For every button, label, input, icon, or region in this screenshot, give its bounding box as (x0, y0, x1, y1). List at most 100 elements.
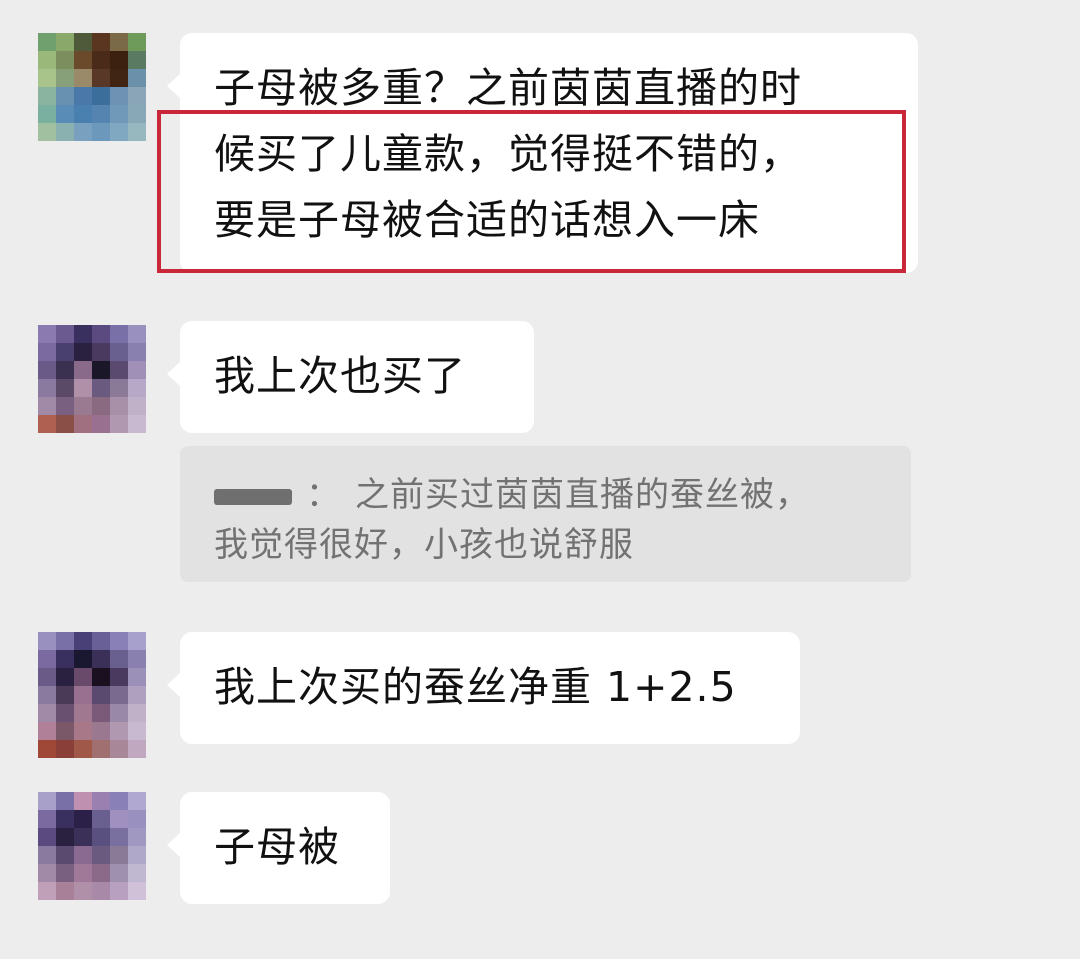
avatar-pixel (74, 105, 92, 123)
message-text-line: 候买了儿童款，觉得挺不错的， (214, 130, 802, 178)
avatar-pixel (92, 650, 110, 668)
redacted-name (214, 488, 292, 505)
avatar-pixel (74, 828, 92, 846)
avatar-pixel (56, 379, 74, 397)
avatar-pixel (56, 51, 74, 69)
avatar-pixel (56, 415, 74, 433)
avatar-pixel (74, 33, 92, 51)
avatar-pixel (128, 379, 146, 397)
avatar-pixel (56, 668, 74, 686)
avatar-pixel (110, 864, 128, 882)
message-bubble[interactable]: 子母被 (167, 792, 390, 904)
avatar-pixel (128, 810, 146, 828)
avatar-pixel (92, 325, 110, 343)
avatar-pixel (110, 722, 128, 740)
message-text: 子母被 (214, 823, 340, 871)
avatar-pixel (92, 668, 110, 686)
avatar-pixel (74, 325, 92, 343)
avatar-pixel (74, 882, 92, 900)
quoted-message[interactable]: ： 之前买过茵茵直播的蚕丝被， 我觉得很好，小孩也说舒服 (180, 446, 911, 582)
avatar-pixel (92, 722, 110, 740)
avatar-pixel (128, 668, 146, 686)
message-bubble[interactable]: 我上次也买了 (167, 321, 534, 433)
avatar-pixel (110, 704, 128, 722)
avatar-pixel (38, 740, 56, 758)
avatar-pixel (128, 105, 146, 123)
avatar-pixel (110, 325, 128, 343)
avatar-pixel (92, 864, 110, 882)
avatar-pixel (74, 650, 92, 668)
avatar-pixel (92, 632, 110, 650)
message-text: 我上次也买了 (214, 352, 466, 400)
avatar-pixel (128, 397, 146, 415)
avatar-pixel (110, 668, 128, 686)
avatar-pixel (74, 668, 92, 686)
avatar-pixel (74, 415, 92, 433)
avatar-pixel (74, 740, 92, 758)
quote-line: 我觉得很好，小孩也说舒服 (214, 520, 911, 570)
avatar-pixel (74, 397, 92, 415)
avatar-pixel (74, 361, 92, 379)
avatar-pixel (92, 704, 110, 722)
avatar-pixel (110, 846, 128, 864)
sender-avatar[interactable] (38, 325, 146, 433)
avatar-pixel (38, 882, 56, 900)
avatar-pixel (110, 632, 128, 650)
avatar-pixel (38, 415, 56, 433)
quote-separator: ： (306, 475, 341, 515)
avatar-pixel (110, 810, 128, 828)
avatar-pixel (56, 87, 74, 105)
avatar-pixel (128, 846, 146, 864)
avatar-pixel (92, 105, 110, 123)
avatar-pixel (92, 343, 110, 361)
message-bubble[interactable]: 我上次买的蚕丝净重 1+2.5 (167, 632, 800, 744)
avatar-pixel (74, 632, 92, 650)
avatar-pixel (56, 632, 74, 650)
avatar-pixel (110, 343, 128, 361)
avatar-pixel (128, 325, 146, 343)
sender-avatar[interactable] (38, 632, 146, 758)
avatar-pixel (110, 51, 128, 69)
avatar-pixel (92, 415, 110, 433)
avatar-pixel (74, 846, 92, 864)
avatar-pixel (38, 668, 56, 686)
avatar-pixel (128, 740, 146, 758)
avatar-pixel (92, 33, 110, 51)
quote-text: 之前买过茵茵直播的蚕丝被， (355, 475, 810, 515)
avatar-pixel (92, 828, 110, 846)
avatar-pixel (38, 846, 56, 864)
avatar-pixel (56, 828, 74, 846)
avatar-pixel (74, 69, 92, 87)
avatar-pixel (128, 686, 146, 704)
avatar-pixel (38, 632, 56, 650)
avatar-pixel (74, 686, 92, 704)
avatar-pixel (56, 792, 74, 810)
avatar-pixel (56, 686, 74, 704)
avatar-pixel (56, 846, 74, 864)
avatar-pixel (110, 650, 128, 668)
avatar-pixel (38, 87, 56, 105)
avatar-pixel (110, 397, 128, 415)
avatar-pixel (74, 864, 92, 882)
message-bubble[interactable]: 子母被多重？之前茵茵直播的时 候买了儿童款，觉得挺不错的， 要是子母被合适的话想… (167, 33, 918, 273)
avatar-pixel (74, 704, 92, 722)
avatar-pixel (38, 397, 56, 415)
avatar-pixel (38, 379, 56, 397)
avatar-pixel (56, 343, 74, 361)
avatar-pixel (110, 69, 128, 87)
avatar-pixel (128, 361, 146, 379)
avatar-pixel (110, 361, 128, 379)
avatar-pixel (56, 864, 74, 882)
avatar-pixel (92, 123, 110, 141)
avatar-pixel (56, 33, 74, 51)
avatar-pixel (110, 740, 128, 758)
message-text: 我上次买的蚕丝净重 1+2.5 (214, 663, 737, 711)
avatar-pixel (56, 105, 74, 123)
sender-avatar[interactable] (38, 33, 146, 141)
avatar-pixel (56, 69, 74, 87)
avatar-pixel (92, 361, 110, 379)
avatar-pixel (56, 704, 74, 722)
avatar-pixel (92, 882, 110, 900)
avatar-pixel (128, 415, 146, 433)
sender-avatar[interactable] (38, 792, 146, 900)
